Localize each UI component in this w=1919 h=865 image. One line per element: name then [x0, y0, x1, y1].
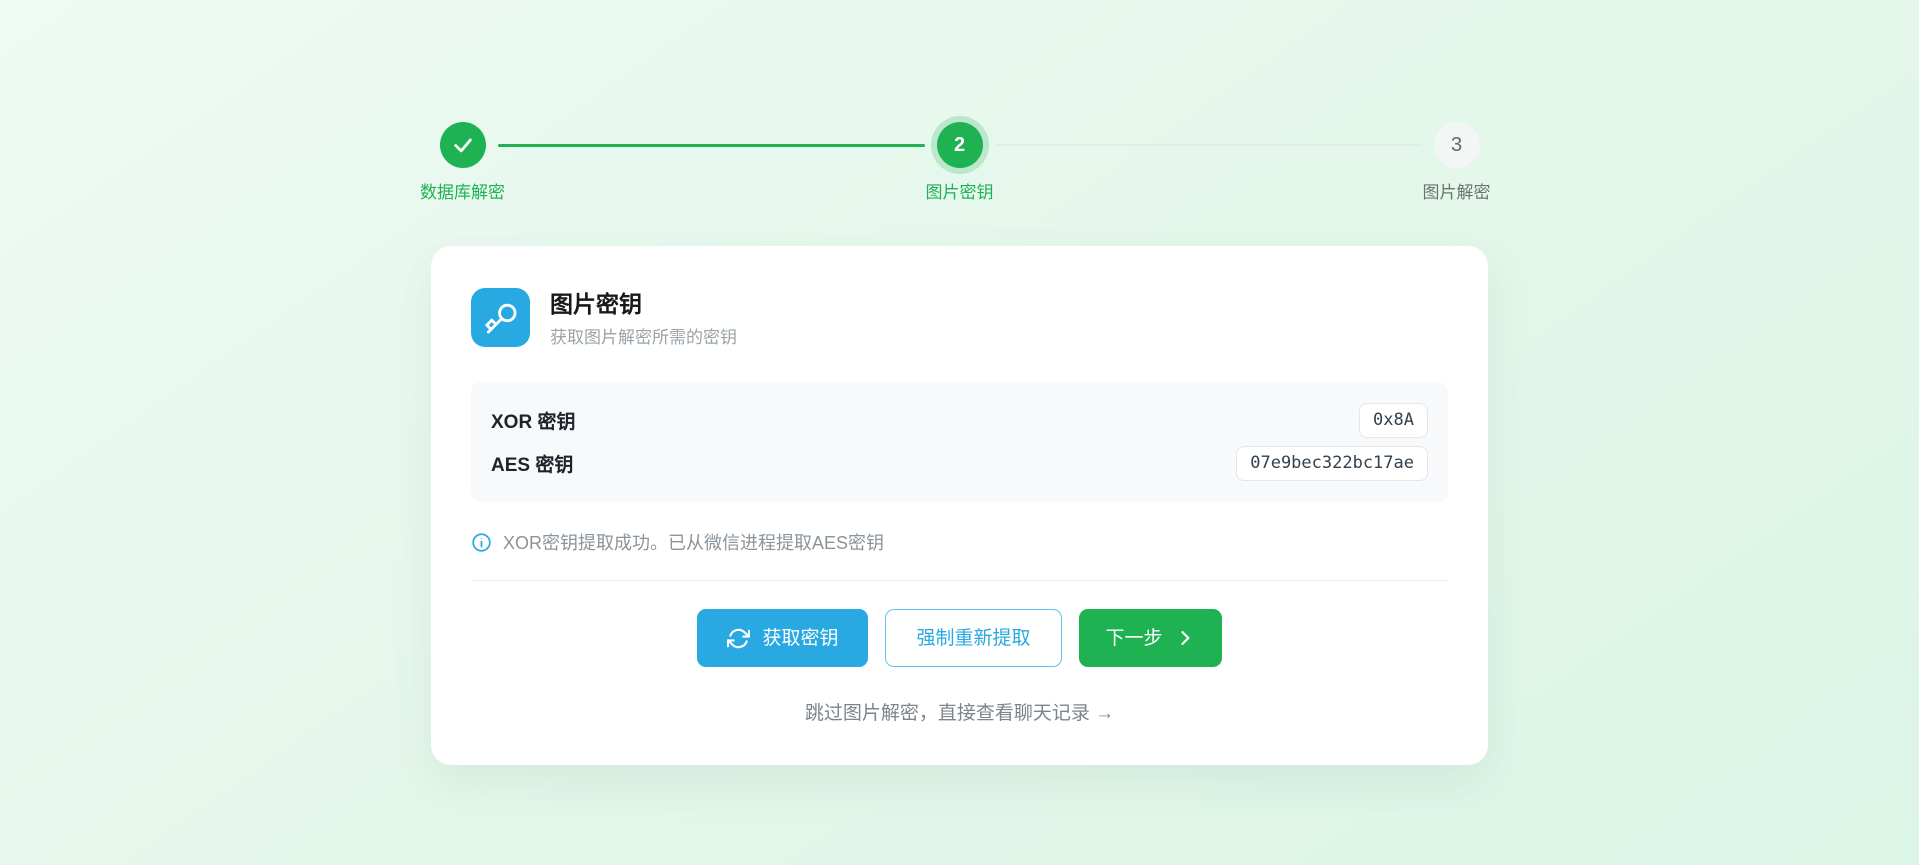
step-2-label: 图片密钥: [926, 178, 994, 203]
step-3-circle: 3: [1434, 122, 1480, 168]
fetch-key-button[interactable]: 获取密钥: [697, 609, 868, 667]
image-key-card: 图片密钥 获取图片解密所需的密钥 XOR 密钥 0x8A AES 密钥 07e9…: [431, 246, 1488, 765]
skip-image-decrypt-link[interactable]: 跳过图片解密，直接查看聊天记录 →: [805, 703, 1114, 724]
refresh-icon: [727, 627, 750, 650]
card-subtitle: 获取图片解密所需的密钥: [550, 323, 737, 348]
step-image-decrypt: 3 图片解密: [1434, 122, 1480, 168]
force-reextract-label: 强制重新提取: [916, 629, 1030, 648]
step-1-circle: [440, 122, 486, 168]
step-1-label: 数据库解密: [420, 178, 505, 203]
check-icon: [452, 134, 474, 156]
card-header: 图片密钥 获取图片解密所需的密钥: [471, 288, 1448, 348]
status-row: XOR密钥提取成功。已从微信进程提取AES密钥: [471, 529, 1448, 555]
card-header-text: 图片密钥 获取图片解密所需的密钥: [550, 288, 737, 348]
step-3-label: 图片解密: [1423, 178, 1491, 203]
aes-key-row: AES 密钥 07e9bec322bc17ae: [491, 442, 1428, 485]
action-buttons: 获取密钥 强制重新提取 下一步: [471, 609, 1448, 667]
force-reextract-button[interactable]: 强制重新提取: [885, 609, 1061, 667]
step-2-circle: 2: [937, 122, 983, 168]
key-icon: [471, 288, 530, 347]
card-title: 图片密钥: [550, 288, 737, 317]
status-message: XOR密钥提取成功。已从微信进程提取AES密钥: [503, 529, 884, 555]
next-step-button[interactable]: 下一步: [1079, 609, 1222, 667]
wizard-stepper: 数据库解密 2 图片密钥 3 图片解密: [440, 0, 1480, 168]
aes-key-value: 07e9bec322bc17ae: [1236, 446, 1428, 481]
fetch-key-label: 获取密钥: [762, 629, 838, 648]
key-values-panel: XOR 密钥 0x8A AES 密钥 07e9bec322bc17ae: [471, 382, 1448, 502]
stepper-connector-todo: [995, 144, 1422, 146]
xor-key-row: XOR 密钥 0x8A: [491, 399, 1428, 442]
chevron-right-icon: [1175, 628, 1195, 648]
stepper-connector-done: [498, 144, 925, 147]
xor-key-label: XOR 密钥: [491, 407, 575, 434]
step-database-decrypt: 数据库解密: [440, 122, 486, 168]
divider: [471, 580, 1448, 581]
info-icon: [471, 532, 492, 553]
skip-row: 跳过图片解密，直接查看聊天记录 →: [471, 698, 1448, 725]
xor-key-value: 0x8A: [1359, 403, 1428, 438]
step-image-key: 2 图片密钥: [937, 122, 983, 168]
next-step-label: 下一步: [1106, 629, 1163, 648]
aes-key-label: AES 密钥: [491, 450, 573, 477]
